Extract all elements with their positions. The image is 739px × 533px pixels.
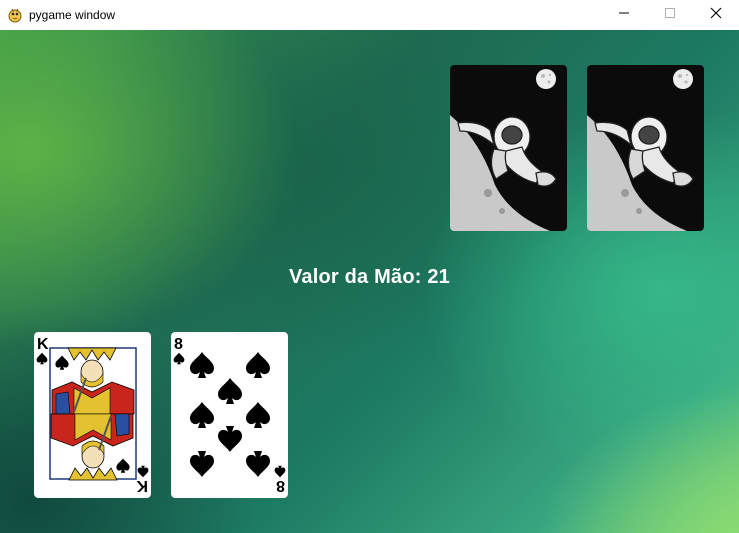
player-card-eight-of-spades: 8 8 [171,332,288,498]
game-table[interactable]: Valor da Mão: 21 K K 8 8 [0,30,739,533]
king-portrait-icon [49,347,137,481]
hand-value-label: Valor da Mão: 21 [288,266,451,288]
dealer-card-back [450,65,567,231]
card-rank: K [37,336,49,353]
maximize-icon [664,6,676,24]
dealer-card-back [587,65,704,231]
astronaut-card-back-icon [587,65,704,231]
minimize-icon [618,6,630,24]
astronaut-card-back-icon [450,65,567,231]
window-titlebar: pygame window [0,0,739,30]
pygame-snake-icon [7,7,23,23]
window-title: pygame window [29,8,116,22]
player-card-king-of-spades: K K [34,332,151,498]
close-button[interactable] [693,0,739,30]
maximize-button[interactable] [647,0,693,30]
card-rank: K [136,477,148,494]
card-rank: 8 [276,477,285,494]
minimize-button[interactable] [601,0,647,30]
close-icon [710,6,722,24]
card-rank: 8 [174,336,183,353]
